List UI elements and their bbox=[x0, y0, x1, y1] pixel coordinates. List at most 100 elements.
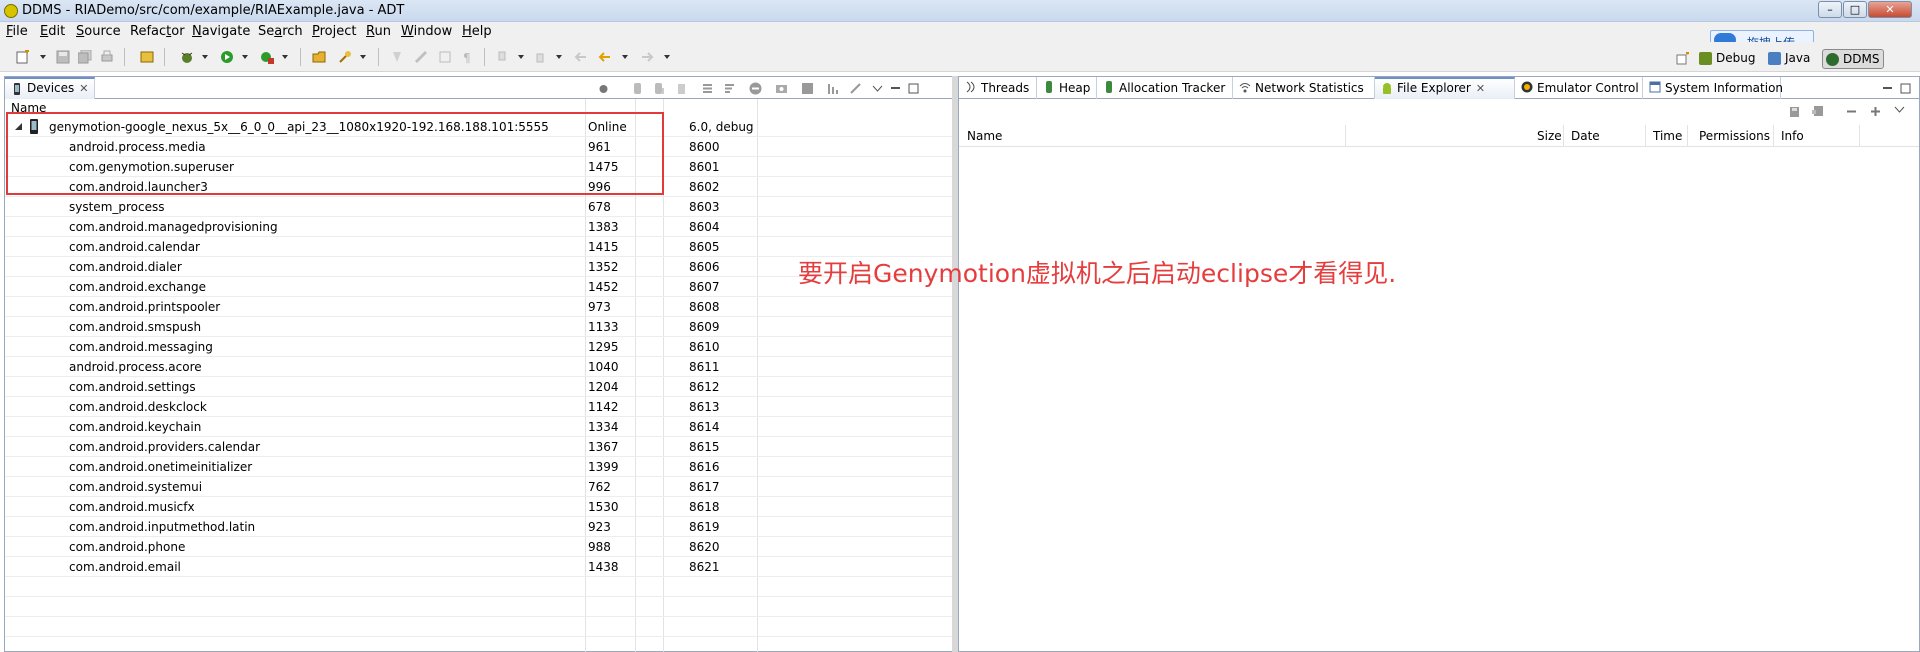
toggle-mark-icon[interactable] bbox=[390, 50, 404, 64]
print-icon[interactable] bbox=[100, 50, 114, 64]
pull-file-icon[interactable] bbox=[1789, 105, 1802, 118]
opengl-trace-icon[interactable] bbox=[849, 82, 862, 95]
tab-allocation-tracker[interactable]: Allocation Tracker bbox=[1097, 77, 1233, 99]
block-selection-icon[interactable] bbox=[438, 50, 452, 64]
process-row[interactable]: com.android.managedprovisioning 1383 8604 bbox=[5, 217, 953, 237]
process-row[interactable]: system_process 678 8603 bbox=[5, 197, 953, 217]
forward-dropdown-icon[interactable] bbox=[664, 55, 670, 59]
perspective-ddms[interactable]: DDMS bbox=[1822, 49, 1885, 69]
process-row[interactable]: com.android.smspush 1133 8609 bbox=[5, 317, 953, 337]
run-icon[interactable] bbox=[220, 50, 234, 64]
process-row[interactable]: com.android.messaging 1295 8610 bbox=[5, 337, 953, 357]
minimize-button[interactable]: – bbox=[1818, 1, 1842, 18]
dump-hprof-icon[interactable] bbox=[653, 82, 666, 95]
back-icon[interactable] bbox=[598, 50, 612, 64]
maximize-view-icon[interactable] bbox=[907, 82, 920, 95]
tab-threads[interactable]: Threads bbox=[959, 77, 1037, 99]
process-row[interactable]: com.android.settings 1204 8612 bbox=[5, 377, 953, 397]
start-method-profiling-icon[interactable] bbox=[723, 82, 736, 95]
process-row[interactable]: com.android.printspooler 973 8608 bbox=[5, 297, 953, 317]
menu-file[interactable]: File bbox=[6, 24, 28, 39]
menu-search[interactable]: Search bbox=[258, 24, 303, 39]
column-header-date[interactable]: Date bbox=[1571, 129, 1600, 143]
debug-process-icon[interactable] bbox=[597, 82, 610, 95]
update-heap-icon[interactable] bbox=[631, 82, 644, 95]
update-threads-icon[interactable] bbox=[701, 82, 714, 95]
back-dropdown-icon[interactable] bbox=[622, 55, 628, 59]
search-dropdown-icon[interactable] bbox=[360, 55, 366, 59]
close-tab-icon[interactable]: ✕ bbox=[79, 82, 88, 95]
new-dropdown-icon[interactable] bbox=[40, 55, 46, 59]
column-header-time[interactable]: Time bbox=[1653, 129, 1682, 143]
cause-gc-icon[interactable] bbox=[675, 82, 688, 95]
view-menu-chevron-icon[interactable] bbox=[1893, 103, 1906, 116]
process-row[interactable]: android.process.acore 1040 8611 bbox=[5, 357, 953, 377]
process-row[interactable]: com.android.deskclock 1142 8613 bbox=[5, 397, 953, 417]
maximize-button[interactable]: □ bbox=[1843, 1, 1867, 18]
next-annotation-icon[interactable] bbox=[496, 50, 510, 64]
column-header-info[interactable]: Info bbox=[1781, 129, 1804, 143]
process-row[interactable]: com.android.inputmethod.latin 923 8619 bbox=[5, 517, 953, 537]
previous-annotation-icon[interactable] bbox=[534, 50, 548, 64]
menu-window[interactable]: Window bbox=[401, 24, 452, 39]
menu-source[interactable]: Source bbox=[76, 24, 121, 39]
previous-annotation-dropdown-icon[interactable] bbox=[556, 55, 562, 59]
tab-network-statistics[interactable]: Network Statistics bbox=[1233, 77, 1375, 99]
save-icon[interactable] bbox=[56, 50, 70, 64]
minimize-view-icon[interactable] bbox=[1881, 82, 1894, 95]
delete-icon[interactable] bbox=[1845, 105, 1858, 118]
debug-dropdown-icon[interactable] bbox=[202, 55, 208, 59]
tab-devices[interactable]: Devices ✕ bbox=[5, 77, 95, 99]
open-perspective-icon[interactable] bbox=[140, 50, 154, 64]
column-header-permissions[interactable]: Permissions bbox=[1699, 129, 1770, 143]
last-edit-icon[interactable] bbox=[574, 50, 588, 64]
column-header-size[interactable]: Size bbox=[1537, 129, 1562, 143]
minimize-view-icon[interactable] bbox=[889, 82, 902, 95]
process-row[interactable]: com.android.providers.calendar 1367 8615 bbox=[5, 437, 953, 457]
run-dropdown-icon[interactable] bbox=[242, 55, 248, 59]
systrace-icon[interactable] bbox=[827, 82, 840, 95]
debug-bug-icon[interactable] bbox=[180, 50, 194, 64]
perspective-debug[interactable]: Debug bbox=[1696, 49, 1759, 69]
external-tools-icon[interactable] bbox=[260, 50, 274, 64]
tab-emulator-control[interactable]: Emulator Control bbox=[1515, 77, 1643, 99]
new-folder-icon[interactable] bbox=[1869, 105, 1882, 118]
process-row[interactable]: com.android.systemui 762 8617 bbox=[5, 477, 953, 497]
forward-icon[interactable] bbox=[640, 50, 654, 64]
tab-heap[interactable]: Heap bbox=[1037, 77, 1097, 99]
open-type-icon[interactable] bbox=[312, 50, 326, 64]
search-tool-icon[interactable] bbox=[338, 50, 352, 64]
menu-run[interactable]: Run bbox=[366, 24, 391, 39]
external-tools-dropdown-icon[interactable] bbox=[282, 55, 288, 59]
open-perspective-button-icon[interactable] bbox=[1676, 52, 1690, 66]
close-button[interactable]: ✕ bbox=[1868, 1, 1912, 18]
show-whitespace-icon[interactable]: ¶ bbox=[460, 50, 474, 64]
close-tab-icon[interactable]: ✕ bbox=[1476, 82, 1485, 95]
process-row[interactable]: com.android.email 1438 8621 bbox=[5, 557, 953, 577]
next-annotation-dropdown-icon[interactable] bbox=[518, 55, 524, 59]
menu-refactor[interactable]: Refactor bbox=[130, 24, 185, 39]
stop-process-icon[interactable] bbox=[749, 82, 762, 95]
process-row[interactable]: com.android.phone 988 8620 bbox=[5, 537, 953, 557]
push-file-icon[interactable] bbox=[1811, 105, 1824, 118]
process-row[interactable]: com.android.onetimeinitializer 1399 8616 bbox=[5, 457, 953, 477]
tab-file-explorer[interactable]: File Explorer ✕ bbox=[1375, 77, 1515, 99]
dump-view-hierarchy-icon[interactable] bbox=[801, 82, 814, 95]
new-file-icon[interactable] bbox=[16, 50, 30, 64]
process-pid: 1295 bbox=[588, 340, 619, 354]
save-all-icon[interactable] bbox=[78, 50, 92, 64]
maximize-view-icon[interactable] bbox=[1899, 82, 1912, 95]
menu-navigate[interactable]: Navigate bbox=[192, 24, 250, 39]
view-menu-chevron-icon[interactable] bbox=[871, 82, 884, 95]
menu-help[interactable]: Help bbox=[462, 24, 492, 39]
ddms-perspective-icon bbox=[1826, 53, 1839, 66]
perspective-java[interactable]: Java bbox=[1765, 49, 1814, 69]
menu-project[interactable]: Project bbox=[312, 24, 357, 39]
tab-system-information[interactable]: System Information bbox=[1643, 77, 1783, 99]
screen-capture-icon[interactable] bbox=[775, 82, 788, 95]
process-row[interactable]: com.android.keychain 1334 8614 bbox=[5, 417, 953, 437]
process-row[interactable]: com.android.musicfx 1530 8618 bbox=[5, 497, 953, 517]
highlight-icon[interactable] bbox=[414, 50, 428, 64]
menu-edit[interactable]: Edit bbox=[40, 24, 65, 39]
column-header-name[interactable]: Name bbox=[967, 129, 1002, 143]
